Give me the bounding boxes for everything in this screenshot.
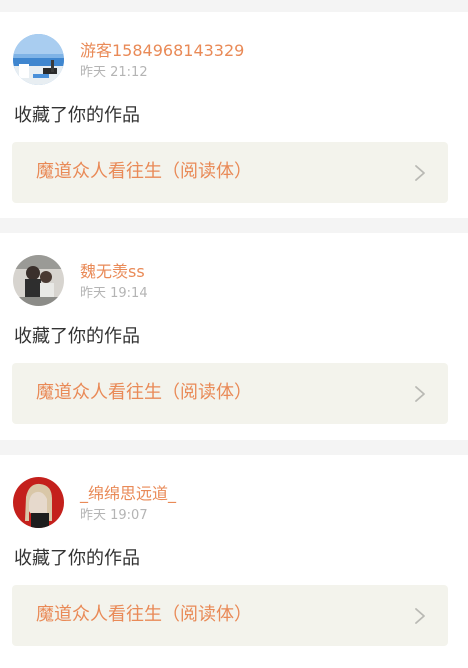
seaside-photo-avatar-icon [13,34,64,85]
timestamp: 昨天 19:07 [80,508,148,523]
chevron-right-icon [414,607,426,625]
work-link[interactable]: 魔道众人看往生（阅读体） [12,585,448,646]
work-title: 魔道众人看往生（阅读体） [36,604,252,625]
work-link[interactable]: 魔道众人看往生（阅读体） [12,363,448,424]
user-avatar[interactable] [13,34,64,85]
user-avatar[interactable] [13,477,64,528]
notification-card: 魏无羡ss 昨天 19:14 收藏了你的作品 魔道众人看往生（阅读体） [0,233,468,440]
username[interactable]: 游客1584968143329 [80,41,244,61]
action-text: 收藏了你的作品 [14,105,140,126]
notification-card: _绵绵思远道_ 昨天 19:07 收藏了你的作品 魔道众人看往生（阅读体） [0,455,468,668]
work-title: 魔道众人看往生（阅读体） [36,161,252,182]
username[interactable]: 魏无羡ss [80,262,145,282]
username[interactable]: _绵绵思远道_ [80,484,176,504]
work-link[interactable]: 魔道众人看往生（阅读体） [12,142,448,203]
chevron-right-icon [414,385,426,403]
notification-card: 游客1584968143329 昨天 21:12 收藏了你的作品 魔道众人看往生… [0,12,468,218]
couple-photo-avatar-icon [13,255,64,306]
notification-feed: 游客1584968143329 昨天 21:12 收藏了你的作品 魔道众人看往生… [0,0,468,668]
work-title: 魔道众人看往生（阅读体） [36,382,252,403]
action-text: 收藏了你的作品 [14,548,140,569]
portrait-photo-avatar-icon [13,477,64,528]
action-text: 收藏了你的作品 [14,326,140,347]
user-avatar[interactable] [13,255,64,306]
chevron-right-icon [414,164,426,182]
timestamp: 昨天 21:12 [80,65,148,80]
timestamp: 昨天 19:14 [80,286,148,301]
